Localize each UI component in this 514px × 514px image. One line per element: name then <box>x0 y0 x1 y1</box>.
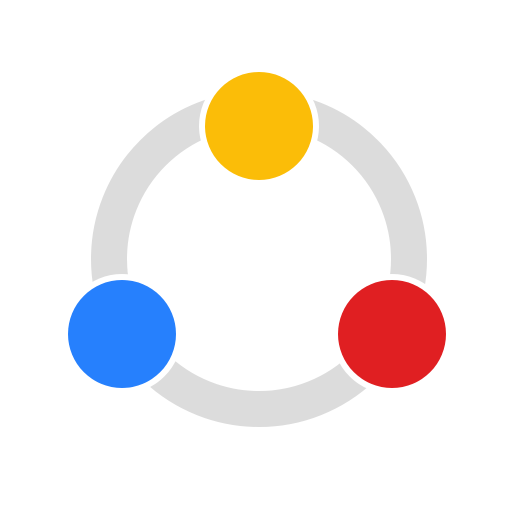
yellow-node-icon <box>205 72 313 180</box>
share-network-icon <box>62 66 452 427</box>
logo-canvas <box>0 0 514 514</box>
blue-node-icon <box>68 280 176 388</box>
red-node-icon <box>338 280 446 388</box>
